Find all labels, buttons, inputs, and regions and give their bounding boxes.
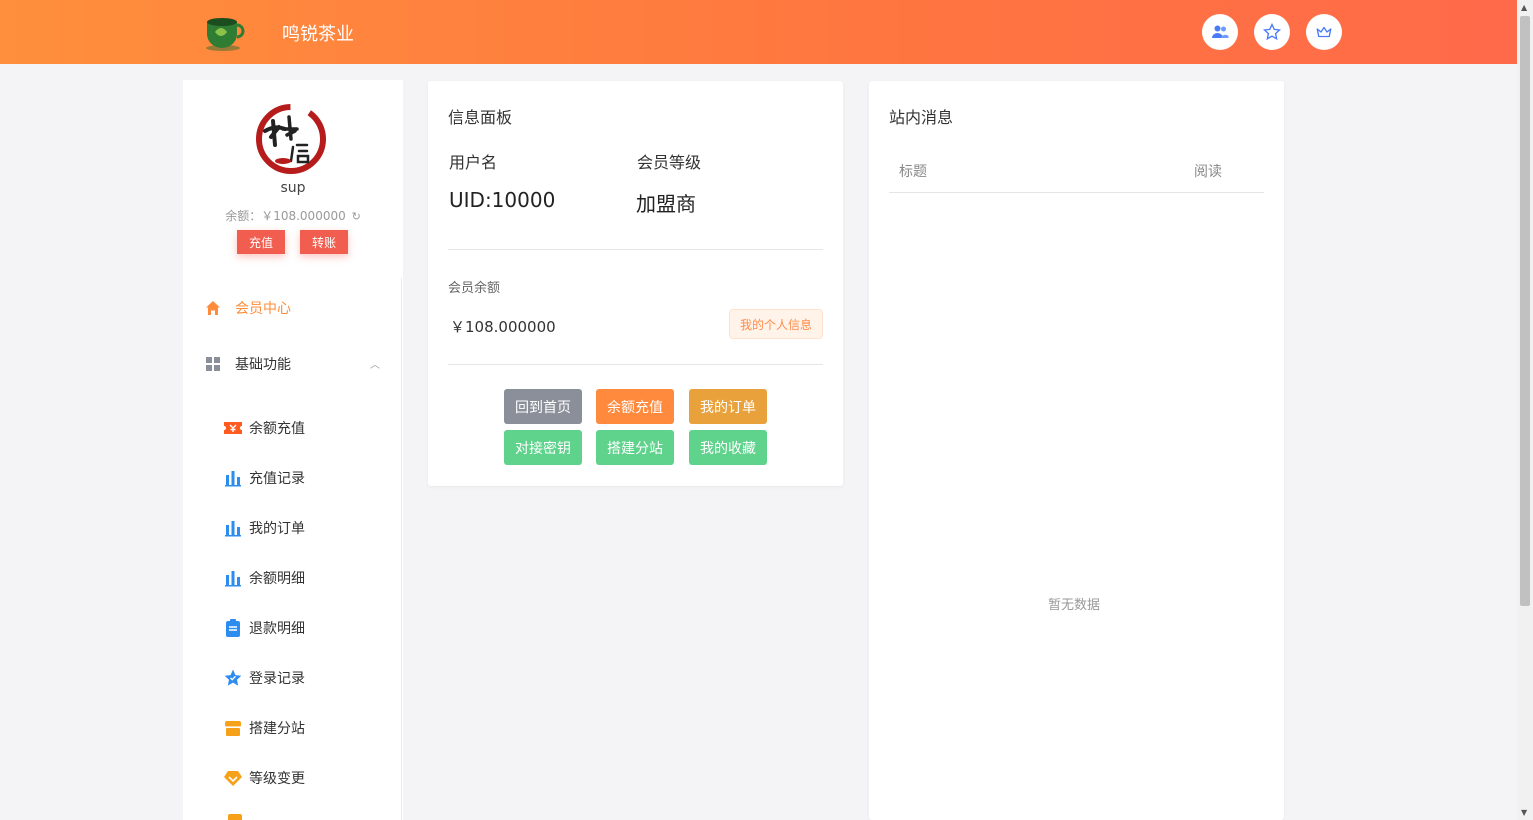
sidebar-item-recharge[interactable]: 余额充值 — [223, 418, 305, 438]
avatar[interactable] — [253, 101, 329, 177]
divider — [448, 249, 823, 250]
star-icon — [223, 668, 243, 688]
column-header-read[interactable]: 阅读 — [1194, 161, 1222, 181]
page-scrollbar[interactable]: ▲ ▼ — [1517, 0, 1533, 820]
balance-text: 余额：￥108.000000 — [225, 209, 346, 223]
partial-menu-icon — [228, 814, 242, 820]
my-info-button[interactable]: 我的个人信息 — [729, 309, 823, 339]
refresh-icon[interactable]: ↻ — [352, 210, 361, 223]
member-level-label: 会员等级 — [637, 153, 702, 172]
sidebar-item-refund-details[interactable]: 退款明细 — [223, 618, 305, 638]
sidebar-item-label: 会员中心 — [235, 301, 291, 317]
table-header-divider — [889, 192, 1264, 193]
sidebar-item-my-orders[interactable]: 我的订单 — [223, 518, 305, 538]
sidebar-divider — [401, 278, 402, 820]
grid-icon — [204, 355, 222, 373]
crown-icon[interactable] — [1306, 14, 1342, 50]
sidebar-item-balance-details[interactable]: 余额明细 — [223, 568, 305, 588]
sidebar-item-level-change[interactable]: 等级变更 — [223, 768, 305, 788]
messages-title: 站内消息 — [889, 108, 954, 127]
bar-chart-icon — [223, 518, 243, 538]
my-orders-button[interactable]: 我的订单 — [689, 389, 767, 424]
divider — [448, 364, 823, 365]
username-value: UID:10000 — [449, 188, 556, 212]
sidebar-item-label: 等级变更 — [249, 771, 305, 787]
balance-summary: 余额：￥108.000000 ↻ — [183, 207, 403, 224]
store-icon — [223, 718, 243, 738]
back-home-button[interactable]: 回到首页 — [504, 389, 582, 424]
chevron-up-icon[interactable]: ︿ — [370, 356, 380, 371]
bar-chart-icon — [223, 568, 243, 588]
bar-chart-icon — [223, 468, 243, 488]
clipboard-icon — [223, 618, 243, 638]
tea-cup-logo-icon[interactable] — [203, 12, 245, 52]
sidebar-item-label: 我的订单 — [249, 521, 305, 537]
balance-recharge-button[interactable]: 余额充值 — [596, 389, 674, 424]
sidebar-item-member-center[interactable]: 会员中心 — [204, 298, 291, 318]
empty-state-text: 暂无数据 — [1048, 598, 1101, 613]
users-icon[interactable] — [1202, 14, 1238, 50]
sidebar-item-build-substation[interactable]: 搭建分站 — [223, 718, 305, 738]
sidebar-item-recharge-records[interactable]: 充值记录 — [223, 468, 305, 488]
sidebar-item-login-records[interactable]: 登录记录 — [223, 668, 305, 688]
sidebar-item-label: 余额明细 — [249, 571, 305, 587]
member-level-value: 加盟商 — [636, 192, 696, 216]
star-icon[interactable] — [1254, 14, 1290, 50]
sidebar-item-label: 基础功能 — [235, 357, 291, 373]
username-label: 用户名 — [449, 153, 498, 172]
my-favorites-button[interactable]: 我的收藏 — [689, 430, 767, 465]
home-icon — [204, 299, 222, 317]
column-header-title[interactable]: 标题 — [899, 161, 927, 181]
transfer-button[interactable]: 转账 — [300, 230, 348, 254]
build-substation-button[interactable]: 搭建分站 — [596, 430, 674, 465]
ticket-icon — [223, 418, 243, 438]
member-balance-label: 会员余额 — [448, 281, 501, 296]
member-balance-value: ￥108.000000 — [450, 318, 556, 336]
sidebar-item-label: 退款明细 — [249, 621, 305, 637]
scroll-thumb[interactable] — [1520, 16, 1530, 606]
sidebar-item-label: 充值记录 — [249, 471, 305, 487]
scroll-down-arrow-icon[interactable]: ▼ — [1521, 808, 1527, 817]
info-panel-title: 信息面板 — [448, 108, 513, 127]
sidebar-item-label: 登录记录 — [249, 671, 305, 687]
site-title: 鸣锐茶业 — [282, 24, 354, 45]
sidebar-item-label: 余额充值 — [249, 421, 305, 437]
heart-badge-icon — [223, 768, 243, 788]
recharge-button[interactable]: 充值 — [237, 230, 285, 254]
username: sup — [280, 180, 306, 196]
sidebar-item-label: 搭建分站 — [249, 721, 305, 737]
api-key-button[interactable]: 对接密钥 — [504, 430, 582, 465]
scroll-up-arrow-icon[interactable]: ▲ — [1521, 3, 1527, 12]
sidebar-item-basic-functions[interactable]: 基础功能 — [204, 354, 291, 374]
